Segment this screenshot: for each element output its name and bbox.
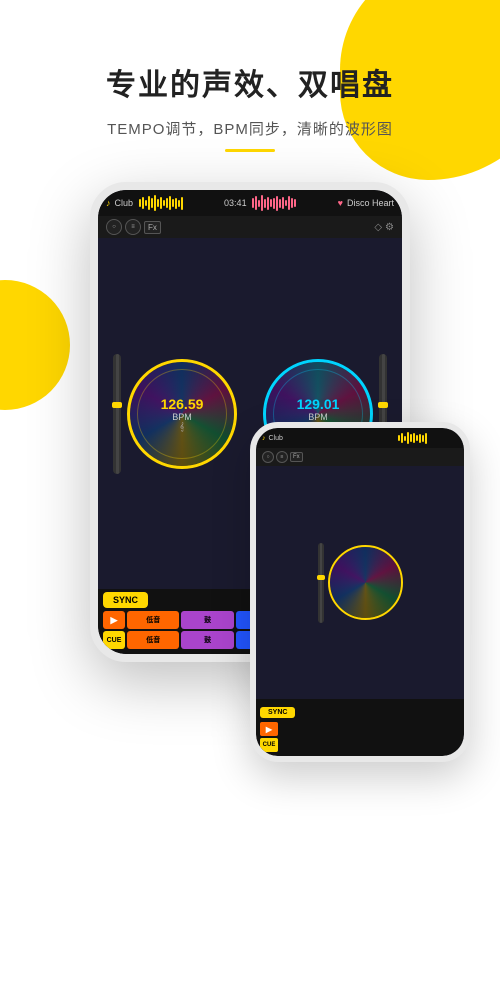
left-slider[interactable] <box>113 354 121 474</box>
cue-button[interactable]: CUE <box>103 631 125 649</box>
play-button[interactable]: ▶ <box>103 611 125 629</box>
dj-topbar: ♪ Club <box>98 190 402 216</box>
secondary-cue-button[interactable]: CUE <box>260 738 278 752</box>
left-track-name: Club <box>115 198 134 208</box>
secondary-slider-thumb <box>317 575 325 580</box>
left-bpm-icon: 𝄞 <box>161 422 204 432</box>
secondary-waveform <box>398 429 458 447</box>
right-controls: ◇ ⚙ <box>374 222 394 233</box>
deck-left-with-slider: 126.59 BPM 𝄞 <box>113 354 237 474</box>
right-bpm-label: BPM <box>297 412 340 422</box>
waveform-left <box>139 194 219 212</box>
secondary-play-button[interactable]: ▶ <box>260 722 278 736</box>
phone-vol-left-button <box>90 350 92 400</box>
phones-container: ♪ Club <box>30 182 470 762</box>
pad-drum-1[interactable]: 鼓 <box>181 611 233 629</box>
left-bpm-label: BPM <box>161 412 204 422</box>
eq-button[interactable]: ≡ <box>125 219 141 235</box>
secondary-turntable[interactable] <box>328 545 403 620</box>
pad-drum-2[interactable]: 鼓 <box>181 631 233 649</box>
secondary-decks <box>256 466 464 699</box>
secondary-pad-row-1: ▶ <box>260 722 460 736</box>
secondary-track-name: Club <box>269 435 283 442</box>
phone-secondary: ♪ Club <box>250 422 470 762</box>
secondary-slider-track <box>320 543 322 623</box>
secondary-sync-button[interactable]: SYNC <box>260 707 295 718</box>
phone-power-button <box>408 270 410 300</box>
secondary-power-button <box>469 478 470 498</box>
secondary-fx-btn[interactable]: Fx <box>290 452 303 462</box>
main-title: 专业的声效、双唱盘 <box>30 60 470 104</box>
secondary-deck-slider <box>318 470 403 695</box>
pad-bass-2[interactable]: 低音 <box>127 631 179 649</box>
phone-volume-button <box>408 310 410 340</box>
topbar-left: ♪ Club <box>106 198 133 208</box>
turntable-left[interactable]: 126.59 BPM 𝄞 <box>127 359 237 469</box>
secondary-turntable-bg <box>330 547 401 618</box>
secondary-eq-btn[interactable]: ≡ <box>276 451 288 463</box>
accent-line <box>225 149 275 152</box>
sub-title: TEMPO调节，BPM同步，清晰的波形图 <box>30 118 470 139</box>
loop-button[interactable]: ○ <box>106 219 122 235</box>
sync-button[interactable]: SYNC <box>103 592 148 608</box>
topbar-right: ♥ Disco Heart <box>338 198 394 208</box>
fx-button[interactable]: Fx <box>144 221 161 234</box>
slider-track-left <box>116 354 119 474</box>
secondary-topbar: ♪ Club <box>256 428 464 448</box>
secondary-volume-button <box>469 508 470 528</box>
right-bpm-value: 129.01 <box>297 396 340 412</box>
gear-icon[interactable]: ⚙ <box>385 222 394 233</box>
left-bpm-value: 126.59 <box>161 396 204 412</box>
pad-bass-1[interactable]: 低音 <box>127 611 179 629</box>
deck-left: 126.59 BPM 𝄞 <box>102 354 248 474</box>
diamond-icon[interactable]: ◇ <box>374 222 382 233</box>
turntable-center-left: 126.59 BPM 𝄞 <box>161 396 204 432</box>
secondary-pad-row-2: CUE <box>260 738 460 752</box>
secondary-slider[interactable] <box>318 543 324 623</box>
secondary-vol-left <box>250 528 251 564</box>
secondary-sync-row: SYNC <box>260 701 460 720</box>
secondary-controls: ○ ≡ Fx <box>256 448 464 466</box>
slider-thumb-left <box>112 402 122 408</box>
left-controls: ○ ≡ Fx <box>106 219 161 235</box>
waveform-right <box>252 194 332 212</box>
secondary-bottom: SYNC ▶ CUE <box>256 699 464 756</box>
secondary-loop-btn[interactable]: ○ <box>262 451 274 463</box>
time-display: 03:41 <box>224 198 247 208</box>
right-track-name: Disco Heart <box>347 198 394 208</box>
secondary-dj-screen: ♪ Club <box>256 428 464 756</box>
slider-thumb-right <box>378 402 388 408</box>
dj-controls-row: ○ ≡ Fx ◇ ⚙ <box>98 216 402 238</box>
